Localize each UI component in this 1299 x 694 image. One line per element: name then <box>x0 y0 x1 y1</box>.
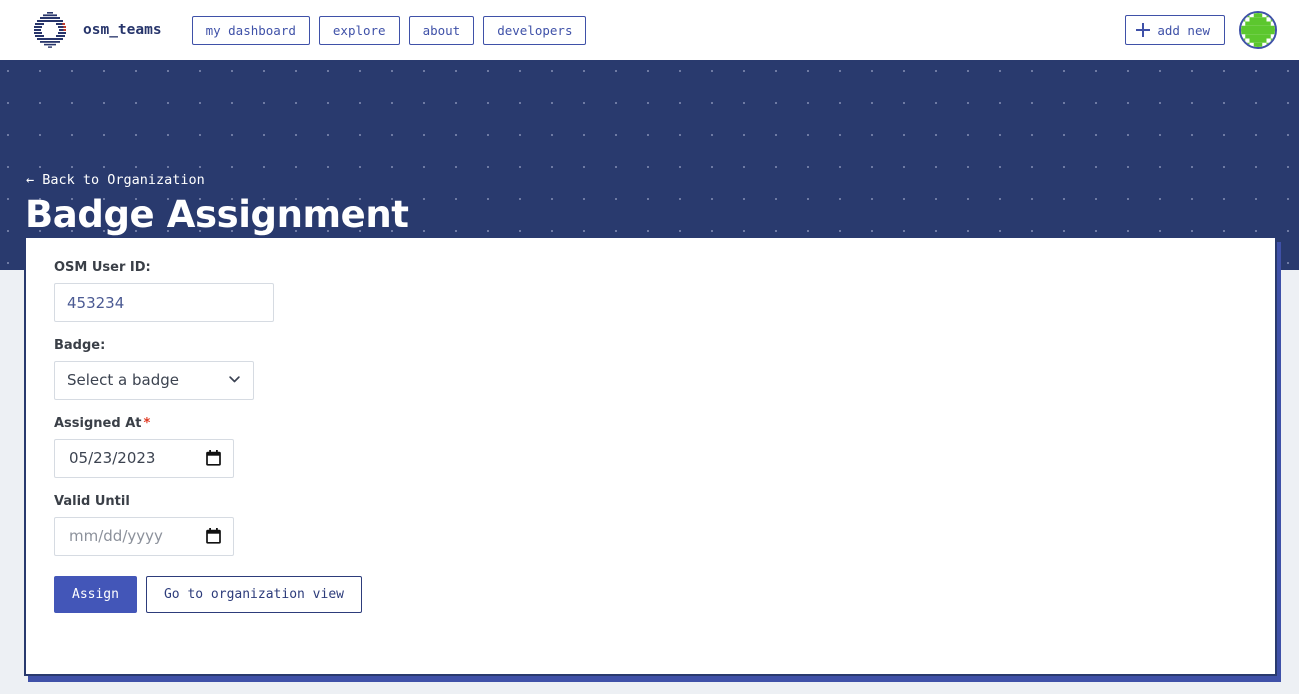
user-avatar-identicon[interactable] <box>1239 11 1277 49</box>
badge-label: Badge: <box>54 338 106 353</box>
navbar-right-group: add new <box>1125 11 1277 49</box>
field-valid-until: Valid Until mm/dd/yyyy <box>54 494 1247 556</box>
field-badge: Badge: Select a badge <box>54 338 1247 400</box>
badge-select[interactable]: Select a badge <box>54 361 254 400</box>
brand-name: osm_teams <box>83 22 162 38</box>
nav-explore[interactable]: explore <box>318 15 400 45</box>
osm-user-id-label: OSM User ID: <box>54 260 151 275</box>
valid-until-input[interactable]: mm/dd/yyyy <box>54 517 234 556</box>
badge-assignment-card: OSM User ID: Badge: Select a badge Assig… <box>24 236 1277 676</box>
nav-developers[interactable]: developers <box>483 15 587 45</box>
form-actions: Assign Go to organization view <box>54 576 1247 613</box>
nav-about[interactable]: about <box>408 15 475 45</box>
back-to-organization-link[interactable]: ← Back to Organization <box>26 172 205 188</box>
field-osm-user-id: OSM User ID: <box>54 260 1247 322</box>
add-new-label: add new <box>1157 22 1210 38</box>
brand-home-link[interactable]: osm_teams <box>28 8 162 52</box>
page-title: Badge Assignment <box>25 193 409 236</box>
osm-teams-logo-icon <box>28 8 72 52</box>
add-new-button[interactable]: add new <box>1125 15 1225 45</box>
assigned-at-wrapper: 05/23/2023 <box>54 439 234 478</box>
required-asterisk: * <box>143 416 151 431</box>
plus-icon <box>1136 23 1151 37</box>
badge-select-wrapper: Select a badge <box>54 361 254 400</box>
top-navbar: osm_teams my dashboard explore about dev… <box>0 0 1299 60</box>
valid-until-label: Valid Until <box>54 494 130 509</box>
go-to-organization-view-button[interactable]: Go to organization view <box>145 576 362 613</box>
assigned-at-label: Assigned At * <box>54 416 1247 431</box>
valid-until-wrapper: mm/dd/yyyy <box>54 517 234 556</box>
badge-assignment-form: OSM User ID: Badge: Select a badge Assig… <box>26 238 1275 635</box>
assign-button[interactable]: Assign <box>54 576 137 613</box>
assigned-at-input[interactable]: 05/23/2023 <box>54 439 234 478</box>
osm-user-id-input[interactable] <box>54 283 274 322</box>
field-assigned-at: Assigned At * 05/23/2023 <box>54 416 1247 478</box>
nav-my-dashboard[interactable]: my dashboard <box>191 15 310 45</box>
nav-links: my dashboard explore about developers <box>191 15 587 45</box>
assigned-at-label-text: Assigned At <box>54 416 142 431</box>
